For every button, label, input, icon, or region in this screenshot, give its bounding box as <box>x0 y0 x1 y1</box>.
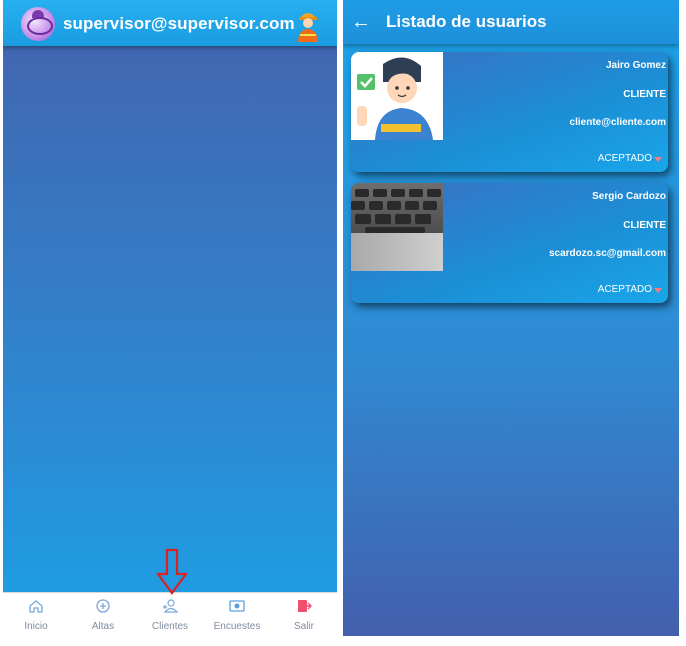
user-role: CLIENTE <box>623 89 666 100</box>
app-logo-icon <box>21 7 55 41</box>
top-bar: ← Listado de usuarios <box>343 0 679 44</box>
logout-icon <box>298 600 312 612</box>
top-bar: supervisor@supervisor.com <box>3 0 337 46</box>
nav-label: Salir <box>293 621 314 632</box>
nav-item-encuestas[interactable]: Encuestes <box>207 593 267 636</box>
nav-label: Clientes <box>151 621 189 632</box>
user-add-icon <box>163 599 178 613</box>
nav-item-salir[interactable]: Salir <box>274 593 334 636</box>
user-email: cliente@cliente.com <box>569 117 666 128</box>
user-name: Jairo Gomez <box>605 60 666 71</box>
nav-label: Altas <box>91 621 115 632</box>
nav-item-clientes[interactable]: Clientes <box>140 593 200 636</box>
nav-item-altas[interactable]: Altas <box>73 593 133 636</box>
user-avatar <box>351 52 443 140</box>
supervisor-home-screen: supervisor@supervisor.com Inicio Altas C… <box>3 0 337 636</box>
bottom-navigation: Inicio Altas Clientes Encuestes Salir <box>3 592 337 636</box>
user-email: supervisor@supervisor.com <box>63 14 295 33</box>
down-arrow-annotation-icon <box>155 548 189 595</box>
user-card[interactable]: Jairo Gomez CLIENTE cliente@cliente.com … <box>351 52 668 172</box>
user-card[interactable]: Sergio Cardozo CLIENTE scardozo.sc@gmail… <box>351 183 668 303</box>
survey-icon <box>229 600 245 612</box>
user-name: Sergio Cardozo <box>592 191 666 202</box>
home-icon <box>29 600 43 613</box>
nav-label: Encuestes <box>213 621 261 632</box>
chevron-down-icon[interactable] <box>654 288 662 293</box>
status-dropdown[interactable]: ACEPTADO <box>598 153 652 164</box>
page-title: Listado de usuarios <box>386 12 547 31</box>
user-avatar <box>351 183 443 271</box>
user-list-screen: ← Listado de usuarios Jairo Gomez CLIENT… <box>343 0 679 636</box>
user-email: scardozo.sc@gmail.com <box>548 248 666 259</box>
user-role: CLIENTE <box>623 220 666 231</box>
nav-label: Inicio <box>24 621 48 632</box>
worker-avatar-icon[interactable] <box>294 6 322 42</box>
plus-circle-icon <box>96 599 110 613</box>
arrow-left-icon[interactable]: ← <box>351 11 373 33</box>
nav-item-inicio[interactable]: Inicio <box>6 593 66 636</box>
chevron-down-icon[interactable] <box>654 157 662 162</box>
status-dropdown[interactable]: ACEPTADO <box>598 284 652 295</box>
